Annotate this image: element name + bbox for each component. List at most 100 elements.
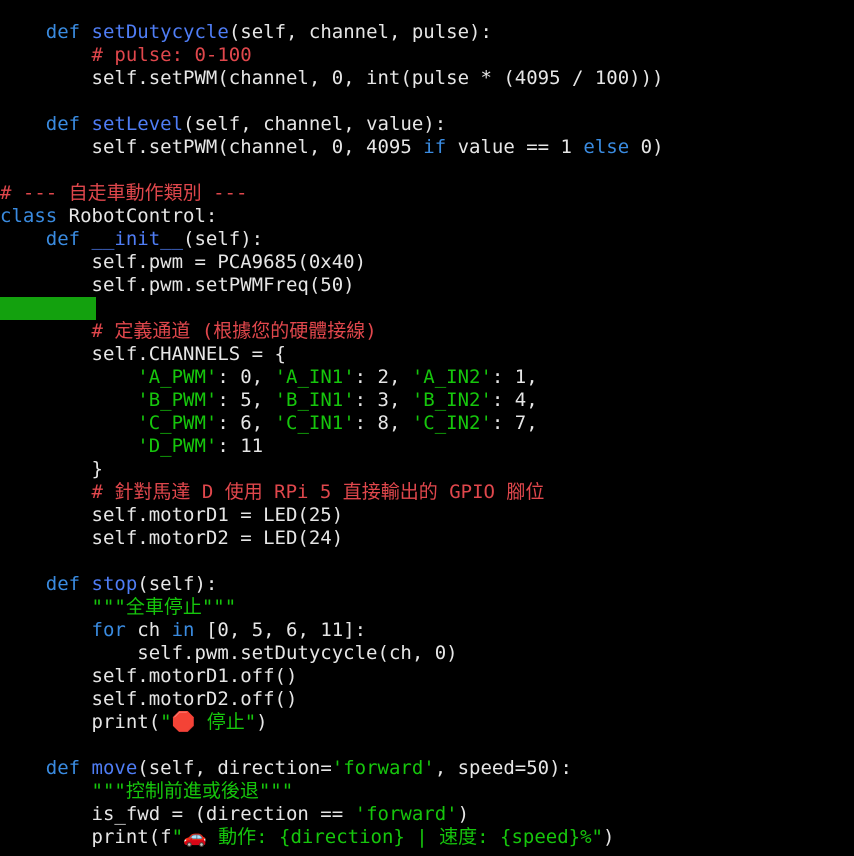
code-token-keyword: for <box>91 619 126 641</box>
code-line: self.motorD1 = LED(25) <box>0 504 854 527</box>
code-token-keyword: def <box>45 757 92 779</box>
code-line: def stop(self): <box>0 573 854 596</box>
code-line <box>0 297 854 320</box>
code-line: """全車停止""" <box>0 596 854 619</box>
code-token-string: 'C_IN1' <box>274 412 355 434</box>
code-token-plain: self.motorD2 = LED(24) <box>91 527 344 549</box>
code-line: self.pwm.setPWMFreq(50) <box>0 274 854 297</box>
code-token-string: 'A_IN2' <box>411 366 492 388</box>
code-line: 'B_PWM': 5, 'B_IN1': 3, 'B_IN2': 4, <box>0 389 854 412</box>
code-token-string: 'B_IN2' <box>411 389 492 411</box>
code-line: } <box>0 458 854 481</box>
code-token-plain: ) <box>602 826 615 848</box>
code-token-plain: self.pwm.setDutycycle(ch, 0) <box>137 642 458 664</box>
code-token-keyword: def <box>45 228 92 250</box>
code-token-func: setLevel <box>91 113 184 135</box>
code-token-func: __init__ <box>91 228 184 250</box>
code-token-keyword: if <box>423 136 447 158</box>
code-token-plain: : 6, <box>217 412 275 434</box>
code-token-string: 'C_IN2' <box>411 412 492 434</box>
code-line: 'A_PWM': 0, 'A_IN1': 2, 'A_IN2': 1, <box>0 366 854 389</box>
code-line: print("🛑 停止") <box>0 711 854 734</box>
code-token-plain: : 4, <box>491 389 538 411</box>
code-token-plain: self.setPWM(channel, 0, int(pulse * (409… <box>91 67 664 89</box>
code-line: for ch in [0, 5, 6, 11]: <box>0 619 854 642</box>
code-token-plain: : 11 <box>217 435 264 457</box>
code-token-func: setDutycycle <box>91 21 229 43</box>
code-token-plain: self.motorD1 = LED(25) <box>91 504 344 526</box>
code-token-plain: (self, channel, pulse): <box>228 21 492 43</box>
code-token-plain: self.pwm = PCA9685(0x40) <box>91 251 367 273</box>
code-line: def setLevel(self, channel, value): <box>0 113 854 136</box>
code-token-plain: 0) <box>629 136 664 158</box>
code-token-plain: self.setPWM(channel, 0, 4095 <box>91 136 424 158</box>
code-token-keyword: def <box>45 21 92 43</box>
code-line: self.setPWM(channel, 0, 4095 if value ==… <box>0 136 854 159</box>
code-token-keyword: def <box>45 113 92 135</box>
code-line: self.pwm.setDutycycle(ch, 0) <box>0 642 854 665</box>
code-line: def __init__(self): <box>0 228 854 251</box>
code-token-plain: print( <box>91 711 161 733</box>
code-token-plain: ) <box>457 803 470 825</box>
code-token-comment: # pulse: 0-100 <box>91 44 252 66</box>
code-token-plain: is_fwd = (direction == <box>91 803 355 825</box>
code-token-plain: RobotControl: <box>57 205 218 227</box>
code-token-plain: : 7, <box>491 412 538 434</box>
code-token-string: 'forward' <box>331 757 435 779</box>
code-token-plain: : 3, <box>354 389 412 411</box>
code-token-string: """全車停止""" <box>91 596 237 618</box>
code-token-plain: (self, direction= <box>137 757 332 779</box>
code-token-string: 'A_PWM' <box>137 366 218 388</box>
code-line: 'D_PWM': 11 <box>0 435 854 458</box>
code-line: self.motorD2 = LED(24) <box>0 527 854 550</box>
code-token-plain: ) <box>256 711 268 733</box>
code-line: print(f"🚗 動作: {direction} | 速度: {speed}%… <box>0 826 854 849</box>
code-token-plain: print(f <box>91 826 172 848</box>
code-token-plain: : 8, <box>354 412 412 434</box>
code-token-plain: : 2, <box>354 366 412 388</box>
code-token-string: 'D_PWM' <box>137 435 218 457</box>
code-token-string: 'B_IN1' <box>274 389 355 411</box>
code-token-func: move <box>91 757 138 779</box>
cursor-highlight <box>0 297 96 320</box>
code-token-string: """控制前進或後退""" <box>91 780 294 802</box>
code-line: # 針對馬達 D 使用 RPi 5 直接輸出的 GPIO 腳位 <box>0 481 854 504</box>
code-token-func: stop <box>91 573 138 595</box>
code-line: is_fwd = (direction == 'forward') <box>0 803 854 826</box>
code-token-plain: (self): <box>137 573 218 595</box>
code-token-comment: # 針對馬達 D 使用 RPi 5 直接輸出的 GPIO 腳位 <box>91 481 545 503</box>
code-token-plain: (self): <box>183 228 264 250</box>
code-token-plain: } <box>91 458 103 480</box>
code-line: self.setPWM(channel, 0, int(pulse * (409… <box>0 67 854 90</box>
code-line: 'C_PWM': 6, 'C_IN1': 8, 'C_IN2': 7, <box>0 412 854 435</box>
code-token-plain: [0, 5, 6, 11]: <box>194 619 367 641</box>
code-token-comment: # --- 自走車動作類別 --- <box>0 182 248 204</box>
code-token-string: "🚗 動作: {direction} | 速度: {speed}%" <box>171 826 603 848</box>
code-line: self.motorD1.off() <box>0 665 854 688</box>
code-token-keyword: class <box>0 205 58 227</box>
code-token-keyword: else <box>583 136 630 158</box>
terminal-code-view[interactable]: def setDutycycle(self, channel, pulse): … <box>0 21 854 849</box>
